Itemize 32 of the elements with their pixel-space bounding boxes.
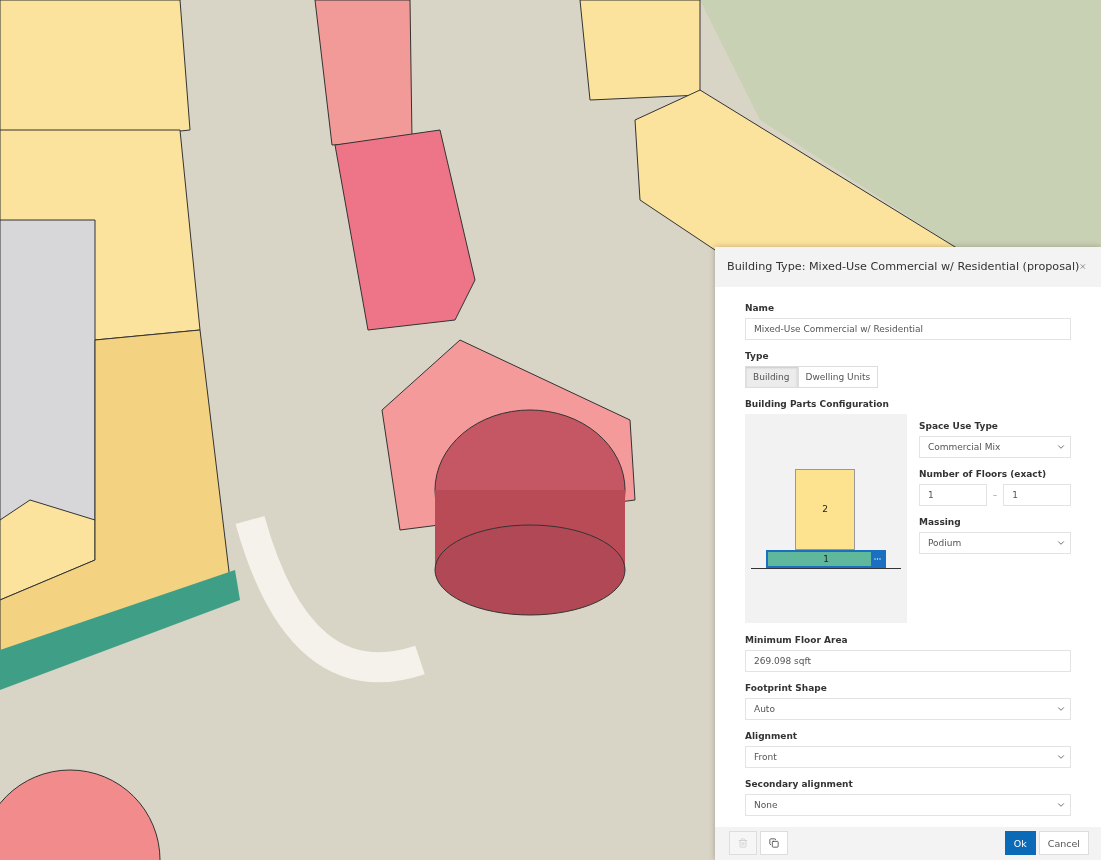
field-label: Minimum Floor Area	[745, 634, 849, 645]
field-label: Type	[745, 350, 770, 361]
space-use-select[interactable]: Commercial Mix	[919, 435, 1071, 458]
dropdown-select[interactable]: Auto	[745, 697, 1071, 720]
field-label: Alignment	[745, 730, 799, 741]
range-separator: –	[992, 489, 998, 500]
field-label: Massing	[919, 516, 962, 527]
field-label: Space Use Type	[919, 420, 999, 431]
floor-area-input[interactable]: 269.098 sqft	[745, 649, 1071, 672]
name-input[interactable]: Mixed-Use Commercial w/ Residential	[745, 317, 1071, 340]
trash-icon	[738, 838, 748, 849]
dropdown-select[interactable]: Front	[745, 745, 1071, 768]
min-floors-input[interactable]: 1	[919, 483, 987, 506]
field-label: Building Parts Configuration	[745, 398, 890, 409]
massing-select[interactable]: Podium	[919, 531, 1071, 554]
max-floors-input[interactable]: 1	[1003, 483, 1071, 506]
cancel-button[interactable]: Cancel	[1038, 831, 1089, 856]
field-label: Footprint Shape	[745, 682, 828, 693]
more-button[interactable]	[871, 551, 884, 566]
building-part[interactable]: 2	[795, 468, 855, 550]
more-icon	[874, 557, 881, 560]
field-label: Secondary alignment	[745, 778, 854, 789]
building-part[interactable]: 1	[766, 549, 886, 568]
field-label: Name	[745, 302, 776, 313]
type-toggle[interactable]: Dwelling Units	[797, 365, 879, 388]
ok-button[interactable]: Ok	[1004, 831, 1036, 856]
type-toggle[interactable]: Building	[745, 365, 798, 388]
dropdown-select[interactable]: None	[745, 793, 1071, 816]
field-label: Number of Floors (exact)	[919, 468, 1048, 479]
dialog-title: Building Type: Mixed-Use Commercial w/ Residential (proposal)	[727, 260, 1080, 274]
duplicate-button[interactable]	[760, 831, 788, 856]
copy-icon	[769, 838, 779, 849]
